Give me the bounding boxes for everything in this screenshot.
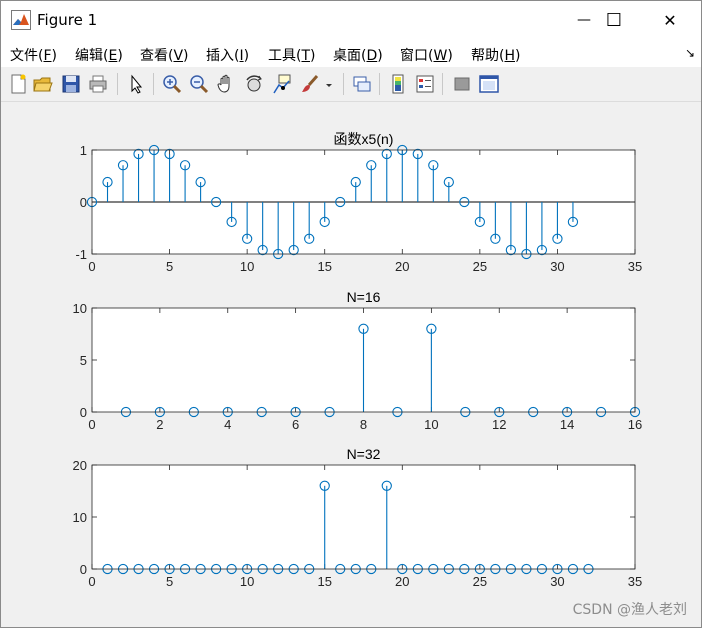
y-tick-label: -1 xyxy=(75,247,87,262)
x-tick-label: 10 xyxy=(240,259,254,274)
x-tick-label: 25 xyxy=(473,259,487,274)
x-tick-label: 20 xyxy=(395,259,409,274)
menu-tools[interactable]: 工具(T) xyxy=(268,45,316,65)
axes-background xyxy=(92,465,635,569)
new-figure-icon[interactable] xyxy=(7,73,29,95)
x-tick-label: 20 xyxy=(395,574,409,589)
close-button[interactable]: ✕ xyxy=(647,1,693,39)
minimize-icon: — xyxy=(577,12,591,28)
menu-file[interactable]: 文件(F) xyxy=(10,45,57,65)
x-tick-label: 35 xyxy=(628,574,642,589)
print-icon[interactable] xyxy=(87,73,109,95)
data-cursor-icon[interactable] xyxy=(271,73,293,95)
subplot-title: N=16 xyxy=(347,289,381,305)
x-tick-label: 0 xyxy=(88,574,95,589)
x-tick-label: 8 xyxy=(360,417,367,432)
figure-toolbar xyxy=(1,67,701,102)
x-tick-label: 15 xyxy=(317,574,331,589)
toolbar-separator xyxy=(379,73,380,95)
window-title: Figure 1 xyxy=(37,11,98,29)
menu-insert[interactable]: 插入(I) xyxy=(206,45,249,65)
x-tick-label: 15 xyxy=(317,259,331,274)
csdn-watermark: CSDN @渔人老刘 xyxy=(572,602,687,618)
zoom-out-icon[interactable] xyxy=(188,73,210,95)
x-tick-label: 5 xyxy=(166,574,173,589)
pan-hand-icon[interactable] xyxy=(215,73,237,95)
menu-edit[interactable]: 编辑(E) xyxy=(75,45,123,65)
x-tick-label: 25 xyxy=(473,574,487,589)
matlab-logo-icon xyxy=(11,10,31,30)
menu-bar: 文件(F) 编辑(E) 查看(V) 插入(I) 工具(T) 桌面(D) 窗口(W… xyxy=(1,41,701,67)
subplot-title: N=32 xyxy=(347,446,381,462)
subplots: 0 5 10 15 20 25 30 35-101函数x5(n)0 2 4 6 8 10 12 14 1605… xyxy=(73,131,643,589)
x-tick-label: 10 xyxy=(240,574,254,589)
x-tick-label: 6 xyxy=(292,417,299,432)
zoom-in-icon[interactable] xyxy=(161,73,183,95)
x-tick-label: 10 xyxy=(424,417,438,432)
save-icon[interactable] xyxy=(60,73,82,95)
maximize-button[interactable]: ☐ xyxy=(591,1,637,39)
legend-icon[interactable] xyxy=(414,73,436,95)
x-tick-label: 0 xyxy=(88,417,95,432)
subplot-title: 函数x5(n) xyxy=(334,131,394,147)
menu-window[interactable]: 窗口(W) xyxy=(400,45,453,65)
close-icon: ✕ xyxy=(663,10,677,30)
subplot-1: 0 5 10 15 20 25 30 35-101函数x5(n) xyxy=(75,131,642,274)
x-tick-label: 12 xyxy=(492,417,506,432)
edit-plot-arrow-icon[interactable] xyxy=(125,73,147,95)
show-plot-tools-icon[interactable] xyxy=(478,73,500,95)
menu-view[interactable]: 查看(V) xyxy=(140,45,189,65)
x-tick-label: 4 xyxy=(224,417,231,432)
toolbar-separator xyxy=(343,73,344,95)
subplot-3: 0 5 10 15 20 25 30 35 0 10 20 N=32 xyxy=(73,446,643,589)
y-tick-label: 0 xyxy=(80,562,87,577)
x-tick-label: 14 xyxy=(560,417,574,432)
y-tick-label: 20 xyxy=(73,458,87,473)
x-tick-label: 35 xyxy=(628,259,642,274)
rotate-3d-icon[interactable] xyxy=(243,73,265,95)
y-tick-label: 10 xyxy=(73,301,87,316)
menu-help[interactable]: 帮助(H) xyxy=(471,45,520,65)
x-tick-label: 2 xyxy=(156,417,163,432)
menu-desktop[interactable]: 桌面(D) xyxy=(333,45,383,65)
toolbar-separator xyxy=(117,73,118,95)
x-tick-label: 16 xyxy=(628,417,642,432)
toolbar-separator xyxy=(153,73,154,95)
brush-dropdown-icon[interactable] xyxy=(323,73,335,95)
x-tick-label: 30 xyxy=(550,574,564,589)
toolbar-separator xyxy=(442,73,443,95)
maximize-icon: ☐ xyxy=(605,9,623,31)
figure-window: Figure 1 — ☐ ✕ 文件(F) 编辑(E) 查看(V) 插入(I) 工… xyxy=(0,0,702,628)
figure-canvas: 0 5 10 15 20 25 30 35 -1 0 1 函数x5(n) 0 2 4 6 8 10 12 14 16 0 5… xyxy=(1,102,701,627)
dock-arrow-icon[interactable]: ↘ xyxy=(685,46,695,60)
brush-icon[interactable] xyxy=(299,73,321,95)
y-tick-label: 5 xyxy=(80,353,87,368)
subplot-2: 0 2 4 6 8 10 12 14 16 0 5 10 N=16 xyxy=(73,289,643,432)
y-tick-label: 0 xyxy=(80,195,87,210)
link-plot-icon[interactable] xyxy=(351,73,373,95)
x-tick-label: 30 xyxy=(550,259,564,274)
y-tick-label: 1 xyxy=(80,143,87,158)
title-bar[interactable]: Figure 1 — ☐ ✕ xyxy=(1,1,701,41)
x-tick-label: 5 xyxy=(166,259,173,274)
y-tick-label: 0 xyxy=(80,405,87,420)
open-file-icon[interactable] xyxy=(32,73,54,95)
colorbar-icon[interactable] xyxy=(387,73,409,95)
y-tick-label: 10 xyxy=(73,510,87,525)
hide-plot-tools-icon[interactable] xyxy=(451,73,473,95)
x-tick-label: 0 xyxy=(88,259,95,274)
